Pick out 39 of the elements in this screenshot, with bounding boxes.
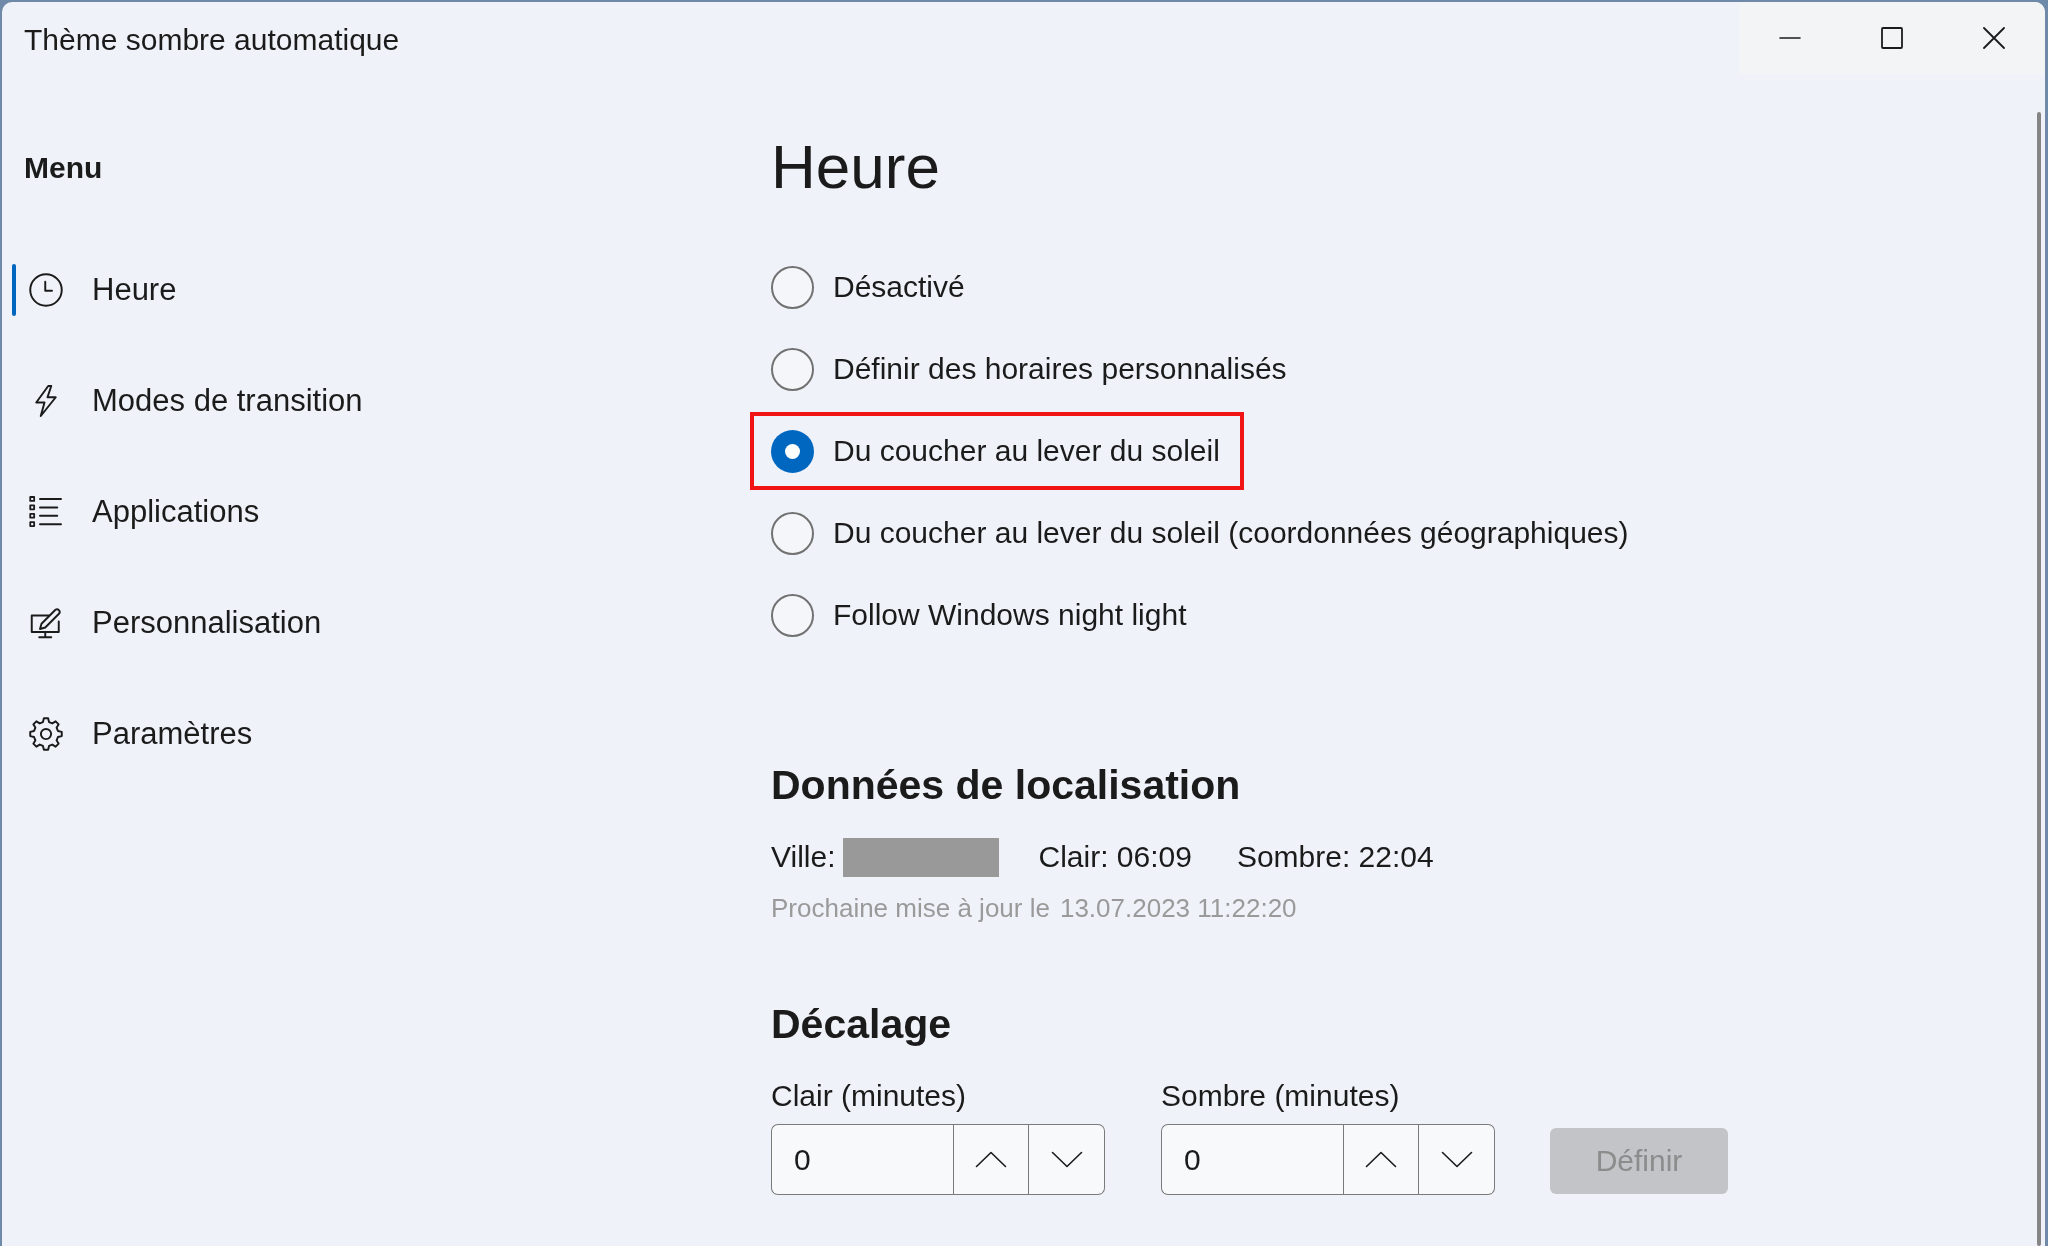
next-update-label: Prochaine mise à jour le [771,893,1050,923]
increment-button[interactable] [953,1124,1029,1195]
section-heading: Décalage [771,1001,952,1047]
increment-button[interactable] [1343,1124,1419,1195]
chevron-down-icon [1050,1151,1083,1168]
field-label: Clair (minutes) [771,1078,967,1114]
menu-heading: Menu [24,150,103,186]
radio-option[interactable]: Follow Windows night light [771,593,1187,637]
maximize-icon [1881,27,1903,49]
list-icon [28,493,64,530]
sidebar-item[interactable]: Paramètres [10,678,710,789]
page-title: Heure [771,131,940,203]
settings-gear-icon [28,715,64,752]
section-heading: Données de localisation [771,762,1241,808]
sunset-time: Sombre: 22:04 [1236,839,1434,875]
scrollbar[interactable] [2037,112,2041,1246]
window-title: Thème sombre automatique [24,22,400,58]
radio-option[interactable]: Désactivé [771,265,965,309]
next-update-time: 13.07.2023 11:22:20 [1059,893,1297,923]
clock-icon [28,271,64,308]
minimize-icon [1779,37,1801,39]
city-label: Ville: [771,839,836,875]
number-input[interactable]: 0 [1161,1124,1343,1195]
field-label: Sombre (minutes) [1161,1078,1400,1114]
chevron-down-icon [1440,1151,1473,1168]
sidebar-item[interactable]: Personnalisation [10,567,710,678]
sidebar-item[interactable]: Applications [10,456,710,567]
number-input[interactable]: 0 [771,1124,953,1195]
radio-option[interactable]: Du coucher au lever du soleil (coordonnées géographiques) [771,511,1629,555]
radio-option[interactable]: Définir des horaires personnalisés [771,347,1287,391]
decrement-button[interactable] [1029,1124,1105,1195]
sidebar-item[interactable]: Modes de transition [10,345,710,456]
chevron-up-icon [975,1151,1007,1168]
chevron-up-icon [1365,1151,1397,1168]
radio-option[interactable]: Du coucher au lever du soleil [771,429,1220,473]
close-icon [1983,27,2005,49]
sunrise-time: Clair: 06:09 [1038,839,1192,875]
decrement-button[interactable] [1419,1124,1495,1195]
sidebar-item[interactable]: Heure [10,234,710,345]
